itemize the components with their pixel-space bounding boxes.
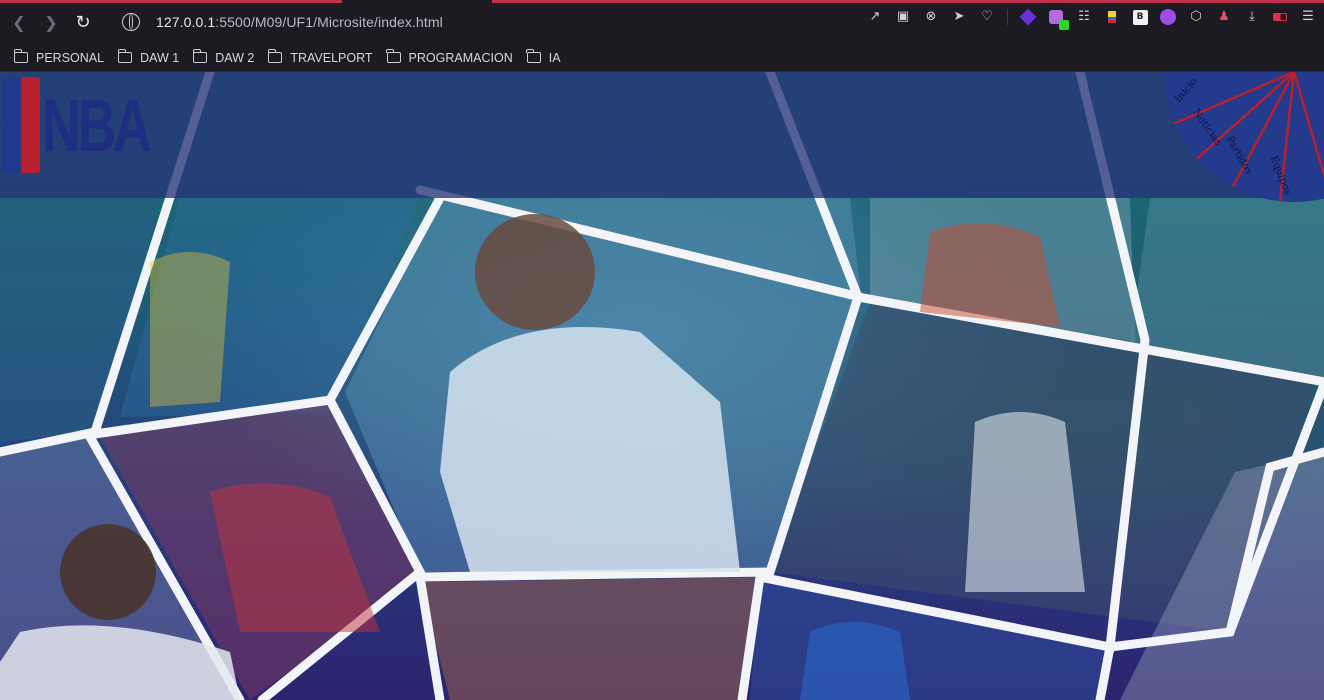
- menu-icon[interactable]: ☰: [1300, 9, 1316, 25]
- microsite-page: NBA Inicio Noticias Partidos Equipos: [0, 72, 1324, 700]
- bookmark-label: PROGRAMACION: [408, 50, 513, 65]
- share-icon[interactable]: ↗: [867, 9, 883, 25]
- url-path: :5500/M09/UF1/Microsite/index.html: [215, 14, 443, 30]
- player-jersey: [150, 252, 230, 407]
- nba-logo-icon: [2, 77, 40, 173]
- bookmarks-bar: PERSONAL DAW 1 DAW 2 TRAVELPORT PROGRAMA…: [0, 44, 1324, 72]
- player-jersey: [920, 223, 1060, 327]
- bookmark-label: DAW 1: [140, 50, 180, 65]
- extension-messenger-icon[interactable]: [1160, 9, 1176, 25]
- reload-icon[interactable]: ↻: [70, 9, 96, 35]
- profile-icon[interactable]: ♟: [1216, 9, 1232, 25]
- block-icon[interactable]: ⊗: [923, 9, 939, 25]
- send-icon[interactable]: ➤: [951, 9, 967, 25]
- tab-indicator-right: [492, 0, 1324, 3]
- player-head: [475, 214, 595, 330]
- bookmark-personal[interactable]: PERSONAL: [13, 49, 105, 65]
- camera-icon[interactable]: ▣: [895, 9, 911, 25]
- heart-icon[interactable]: ♡: [979, 9, 995, 25]
- folder-icon: [13, 49, 28, 63]
- nba-logo[interactable]: NBA: [2, 72, 190, 178]
- url-host: 127.0.0.1: [156, 14, 216, 30]
- player-jersey: [800, 622, 910, 700]
- nba-logo-text: NBA: [42, 83, 152, 167]
- bookmark-label: TRAVELPORT: [290, 50, 373, 65]
- forward-icon[interactable]: ❯: [38, 9, 64, 35]
- player-head: [60, 524, 156, 620]
- bookmark-label: DAW 2: [215, 50, 255, 65]
- bookmark-daw2[interactable]: DAW 2: [192, 49, 255, 65]
- bookmark-programacion[interactable]: PROGRAMACION: [386, 49, 513, 65]
- player-jersey: [965, 412, 1085, 592]
- toolbar-divider: [1007, 9, 1008, 25]
- bookmark-label: IA: [548, 50, 561, 65]
- bookmark-daw1[interactable]: DAW 1: [117, 49, 180, 65]
- extension-mask-icon[interactable]: ☷: [1076, 9, 1092, 25]
- browser-toolbar: ❮ ❯ ↻ 127.0.0.1:5500/M09/UF1/Microsite/i…: [0, 0, 1324, 44]
- folder-icon: [526, 49, 541, 63]
- address-bar[interactable]: 127.0.0.1:5500/M09/UF1/Microsite/index.h…: [122, 7, 443, 37]
- extension-diamond-icon[interactable]: [1019, 8, 1037, 26]
- site-info-icon[interactable]: [122, 13, 140, 31]
- circular-nav-menu: Inicio Noticias Partidos Equipos: [1164, 72, 1324, 202]
- url-text[interactable]: 127.0.0.1:5500/M09/UF1/Microsite/index.h…: [156, 14, 443, 30]
- extension-b-icon[interactable]: B: [1132, 9, 1148, 25]
- folder-icon: [192, 49, 208, 63]
- folder-icon: [117, 49, 133, 63]
- site-header: [0, 72, 1324, 198]
- download-icon[interactable]: ⤓: [1244, 9, 1260, 25]
- back-icon[interactable]: ❮: [6, 9, 32, 35]
- extensions-cube-icon[interactable]: ⬡: [1188, 9, 1204, 25]
- folder-icon: [267, 49, 283, 63]
- bookmark-ia[interactable]: IA: [526, 49, 561, 65]
- collage-panel: [420, 577, 760, 700]
- battery-icon[interactable]: [1272, 9, 1288, 25]
- tab-indicator: [0, 0, 342, 3]
- extension-rocket-icon[interactable]: [1048, 9, 1069, 30]
- folder-icon: [386, 49, 401, 63]
- bookmark-travelport[interactable]: TRAVELPORT: [267, 49, 373, 65]
- extension-b-label: B: [1132, 9, 1148, 25]
- nav-spoke: [1292, 72, 1324, 180]
- bookmark-label: PERSONAL: [36, 50, 105, 65]
- extension-flag-icon[interactable]: [1104, 9, 1120, 25]
